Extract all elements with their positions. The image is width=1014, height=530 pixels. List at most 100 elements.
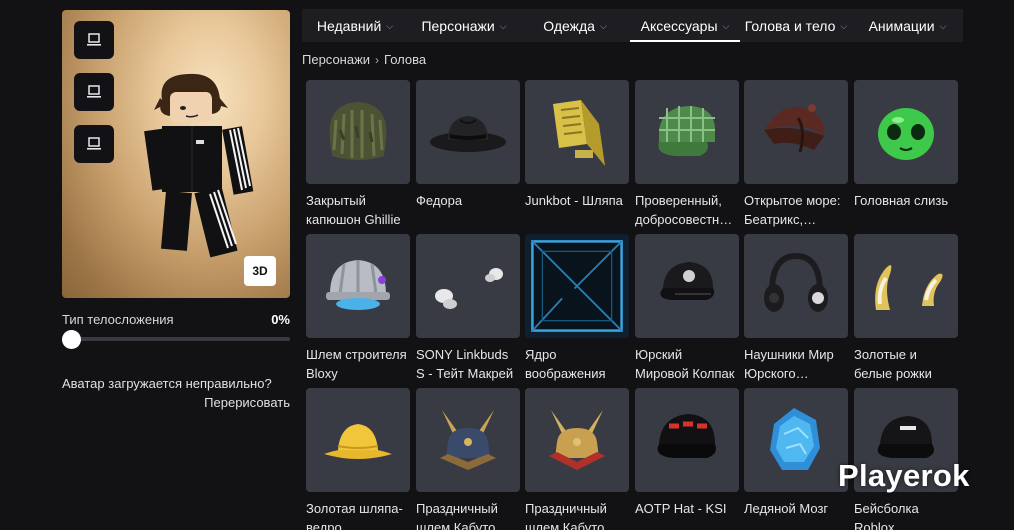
item-thumbnail [525, 80, 629, 184]
item-name: Ледяной Мозг [744, 501, 829, 516]
category-tabs: Недавний ⌵ Персонажи ⌵ Одежда ⌵ Аксессуары ⌵… [302, 9, 963, 42]
plaid-cap-icon [658, 106, 715, 156]
camera-view-button-2[interactable] [74, 73, 114, 111]
tab-label: Анимации [868, 17, 935, 34]
breadcrumb-current: Голова [384, 52, 427, 67]
ghillie-hood-icon [329, 102, 387, 160]
item-thumbnail [744, 234, 848, 338]
item-name: Открытое море: Беатрикс, пиратская шляпа [744, 193, 841, 227]
item-card[interactable]: Шлем строителя Bloxy [306, 234, 410, 383]
item-name: Проверенный, добросовестный колпак [635, 193, 736, 227]
chevron-down-icon: ⌵ [386, 21, 394, 31]
monitor-icon [87, 85, 101, 98]
builder-helmet-icon [326, 260, 390, 310]
slime-head-icon [878, 108, 934, 160]
monitor-icon [87, 33, 101, 46]
watermark: Playerok [838, 458, 970, 493]
chevron-down-icon: ⌵ [939, 21, 947, 31]
body-type-label: Тип телосложения [62, 312, 174, 327]
item-card[interactable]: Праздничный шлем Кабуто [416, 388, 520, 530]
item-thumbnail [416, 80, 520, 184]
kabuto-helmet-icon [440, 410, 496, 470]
item-name: Федора [416, 193, 463, 208]
redraw-avatar-link[interactable]: Перерисовать [204, 395, 290, 410]
item-name: Шлем строителя Bloxy [306, 347, 407, 381]
item-card[interactable]: Закрытый капюшон Ghillie [306, 80, 410, 229]
item-card[interactable]: Праздничный шлем Кабуто [525, 388, 629, 530]
tab-characters[interactable]: Персонажи ⌵ [408, 9, 520, 42]
chevron-down-icon: ⌵ [722, 21, 730, 31]
item-card[interactable]: Золотая шляпа-ведро [306, 388, 410, 530]
imagination-core-icon [531, 240, 623, 332]
item-thumbnail [306, 388, 410, 492]
item-card[interactable]: AOTP Hat - KSI [635, 388, 739, 530]
pirate-hat-icon [764, 104, 825, 153]
monitor-icon [87, 137, 101, 150]
tab-label: Персонажи [421, 17, 495, 34]
item-thumbnail [854, 80, 958, 184]
camera-view-button-3[interactable] [74, 125, 114, 163]
item-thumbnail [635, 234, 739, 338]
item-name: AOTP Hat - KSI [635, 501, 727, 516]
fedora-icon [430, 116, 506, 152]
tab-head-body[interactable]: Голова и тело ⌵ [740, 9, 852, 42]
item-name: Закрытый капюшон Ghillie [306, 193, 401, 227]
tab-accessories[interactable]: Аксессуары ⌵ [630, 9, 740, 42]
item-card[interactable]: Ядро воображения [525, 234, 629, 383]
body-type-slider-knob[interactable] [62, 330, 81, 349]
item-card[interactable]: Ледяной Мозг [744, 388, 848, 530]
body-type-row: Тип телосложения 0% [62, 312, 290, 327]
item-card[interactable]: Проверенный, добросовестный колпак [635, 80, 739, 229]
item-card[interactable]: Головная слизь [854, 80, 958, 229]
ice-brain-icon [770, 408, 820, 470]
item-name: Ядро воображения [525, 347, 606, 381]
tab-recent[interactable]: Недавний ⌵ [302, 9, 408, 42]
item-thumbnail [635, 80, 739, 184]
item-card[interactable]: SONY Linkbuds S - Тейт Макрей [416, 234, 520, 383]
avatar-preview: 3D [62, 10, 290, 298]
item-thumbnail [416, 388, 520, 492]
tab-label: Одежда [543, 17, 595, 34]
tab-label: Голова и тело [744, 17, 836, 34]
body-type-slider[interactable] [62, 337, 290, 341]
jurassic-cap-icon [660, 262, 715, 300]
item-card[interactable]: Открытое море: Беатрикс, пиратская шляпа [744, 80, 848, 229]
item-card[interactable]: Золотые и белые рожки [854, 234, 958, 383]
gold-bucket-hat-icon [324, 424, 392, 459]
breadcrumb-root[interactable]: Персонажи [302, 52, 370, 67]
tab-clothing[interactable]: Одежда ⌵ [520, 9, 630, 42]
item-thumbnail [416, 234, 520, 338]
item-thumbnail [525, 234, 629, 338]
avatar-editor-page: 3D Тип телосложения 0% Аватар загружаетс… [0, 0, 1014, 530]
gold-horns-icon [875, 265, 943, 310]
item-thumbnail [306, 80, 410, 184]
item-name: SONY Linkbuds S - Тейт Макрей [416, 347, 514, 381]
item-card[interactable]: Федора [416, 80, 520, 229]
item-name: Бейсболка Roblox [854, 501, 919, 530]
item-name: Наушники Мир Юрского периода [744, 347, 834, 381]
junkbot-hat-icon [553, 100, 605, 166]
chevron-right-icon: › [375, 52, 380, 67]
item-card[interactable]: Junkbot - Шляпа [525, 80, 629, 229]
camera-view-button-1[interactable] [74, 21, 114, 59]
tab-animations[interactable]: Анимации ⌵ [852, 9, 963, 42]
item-name: Праздничный шлем Кабуто [416, 501, 498, 530]
item-card[interactable]: Наушники Мир Юрского периода [744, 234, 848, 383]
item-thumbnail [525, 388, 629, 492]
item-name: Юрский Мировой Колпак [635, 347, 735, 381]
item-name: Праздничный шлем Кабуто [525, 501, 607, 530]
earbuds-icon [435, 268, 503, 309]
avatar-character[interactable] [140, 70, 270, 260]
breadcrumb: Персонажи › Голова [302, 52, 426, 67]
chevron-down-icon: ⌵ [599, 21, 607, 31]
chevron-down-icon: ⌵ [499, 21, 507, 31]
chevron-down-icon: ⌵ [840, 21, 848, 31]
item-card[interactable]: Юрский Мировой Колпак [635, 234, 739, 383]
toggle-3d-button[interactable]: 3D [244, 256, 276, 286]
item-name: Золотые и белые рожки [854, 347, 932, 381]
item-thumbnail [744, 80, 848, 184]
item-thumbnail [635, 388, 739, 492]
headphones-icon [764, 252, 828, 312]
item-thumbnail [306, 234, 410, 338]
item-name: Junkbot - Шляпа [525, 193, 623, 208]
